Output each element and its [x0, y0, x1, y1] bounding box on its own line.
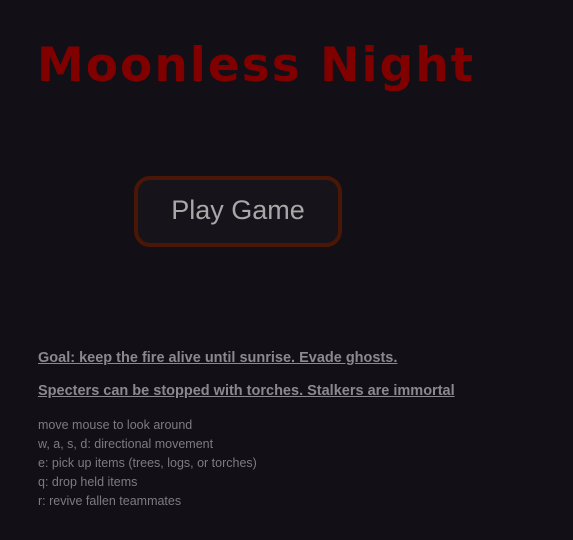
control-move: w, a, s, d: directional movement: [38, 437, 214, 451]
control-drop: q: drop held items: [38, 475, 138, 489]
controls-list: move mouse to look around w, a, s, d: di…: [38, 416, 257, 511]
control-revive: r: revive fallen teammates: [38, 494, 182, 508]
play-game-button[interactable]: Play Game: [134, 176, 342, 247]
control-look: move mouse to look around: [38, 418, 193, 432]
control-pickup: e: pick up items (trees, logs, or torche…: [38, 456, 257, 470]
goal-text: Goal: keep the fire alive until sunrise.…: [38, 350, 398, 366]
game-title: Moonless Night: [37, 38, 476, 93]
specters-hint-text: Specters can be stopped with torches. St…: [38, 383, 455, 399]
